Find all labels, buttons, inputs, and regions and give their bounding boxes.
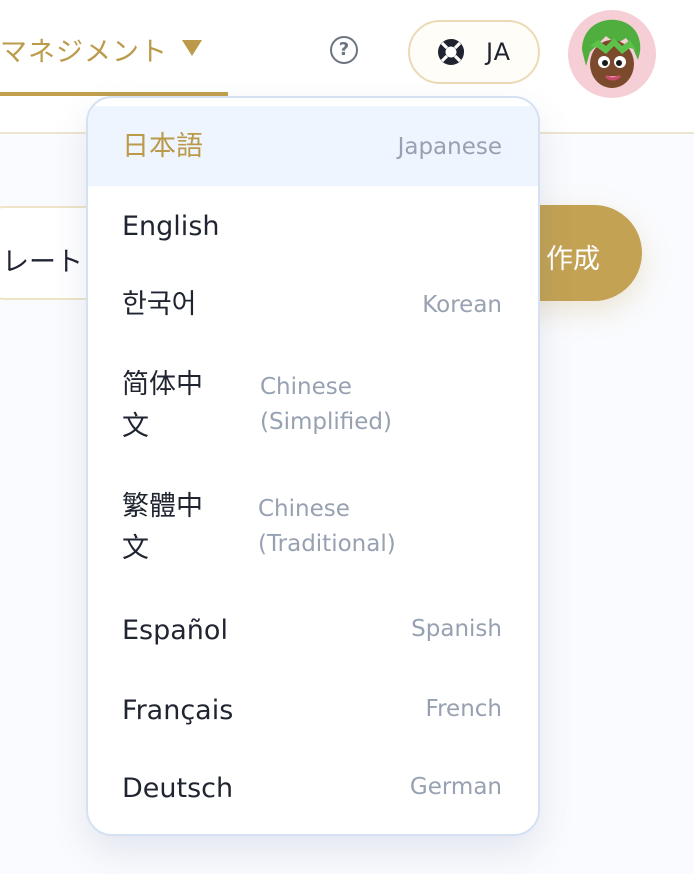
language-english-name: Chinese (Simplified): [260, 374, 392, 435]
language-native-name: 한국어: [122, 289, 197, 320]
language-english-name: Korean: [422, 292, 502, 318]
language-option-french[interactable]: Français French: [88, 678, 538, 748]
language-option-english[interactable]: English: [88, 194, 538, 264]
caret-down-icon: [182, 40, 202, 56]
language-native-name: 繁體中文: [122, 491, 203, 564]
create-button-label: 作成: [546, 244, 600, 275]
language-option-chinese-traditional[interactable]: 繁體中文 Chinese (Traditional): [88, 478, 538, 578]
language-native-name: 日本語: [122, 131, 203, 162]
nav-tab-management[interactable]: マネジメント: [0, 0, 228, 96]
language-english-name: Spanish: [411, 616, 502, 642]
lifebuoy-icon: [438, 39, 464, 65]
language-button[interactable]: JA: [408, 20, 540, 84]
language-option-japanese[interactable]: 日本語 Japanese: [88, 106, 538, 186]
language-english-name: French: [425, 696, 502, 722]
language-option-korean[interactable]: 한국어 Korean: [88, 270, 538, 346]
nav-tab-label: マネジメント: [0, 37, 168, 68]
language-native-name: Français: [122, 695, 234, 726]
template-button[interactable]: レート: [0, 206, 100, 300]
avatar-illustration: [582, 19, 641, 88]
language-option-spanish[interactable]: Español Spanish: [88, 598, 538, 668]
avatar[interactable]: [568, 10, 656, 98]
language-native-name: English: [122, 211, 220, 242]
language-english-name: Japanese: [397, 134, 502, 160]
help-icon[interactable]: ?: [330, 36, 358, 64]
language-option-chinese-simplified[interactable]: 简体中文 Chinese (Simplified): [88, 356, 538, 456]
template-button-label: レート: [2, 247, 83, 278]
language-english-name: German: [409, 774, 502, 800]
language-option-german[interactable]: Deutsch German: [88, 758, 538, 828]
language-native-name: Español: [122, 615, 228, 646]
help-symbol: ?: [338, 39, 350, 60]
language-native-name: 简体中文: [122, 369, 203, 442]
language-button-label: JA: [486, 38, 512, 66]
language-native-name: Deutsch: [122, 773, 234, 804]
language-dropdown: 日本語 Japanese English 한국어 Korean 简体中文 Chi…: [86, 96, 540, 836]
language-english-name: Chinese (Traditional): [258, 496, 396, 557]
